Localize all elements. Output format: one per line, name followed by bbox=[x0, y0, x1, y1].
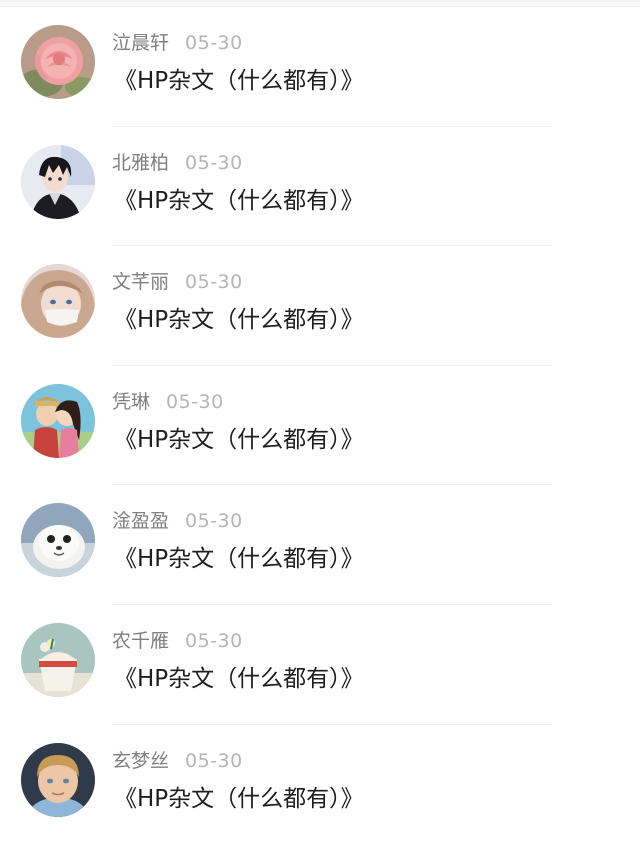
comment-date: 05-30 bbox=[185, 32, 243, 54]
comment-meta: 文芊丽 05-30 bbox=[112, 269, 243, 295]
list-item[interactable]: 北雅柏 05-30 《HP杂文（什么都有）》 bbox=[0, 127, 640, 247]
comment-date: 05-30 bbox=[166, 390, 224, 413]
avatar[interactable] bbox=[21, 383, 95, 458]
list-item[interactable]: 凭琳 05-30 《HP杂文（什么都有）》 bbox=[0, 366, 640, 486]
comment-date: 05-30 bbox=[185, 629, 243, 652]
top-divider bbox=[0, 0, 640, 7]
comment-list: 泣晨轩 05-30 《HP杂文（什么都有）》 北雅柏 05-30 《HP杂文（什么都… bbox=[0, 7, 640, 844]
avatar[interactable] bbox=[21, 144, 95, 219]
comment-text[interactable]: 《HP杂文（什么都有）》 bbox=[114, 65, 364, 97]
list-item[interactable]: 玄梦丝 05-30 《HP杂文（什么都有）》 bbox=[0, 725, 640, 844]
list-item[interactable]: 文芊丽 05-30 《HP杂文（什么都有）》 bbox=[0, 246, 640, 366]
comment-meta: 淦盈盈 05-30 bbox=[112, 508, 243, 534]
anime-couple-kiss-icon bbox=[21, 383, 95, 458]
user-name[interactable]: 北雅柏 bbox=[112, 152, 169, 174]
comment-date: 05-30 bbox=[185, 271, 243, 294]
seal-pup-icon bbox=[21, 503, 95, 578]
dessert-cup-icon bbox=[21, 622, 95, 697]
blond-child-icon bbox=[21, 742, 95, 817]
comment-text[interactable]: 《HP杂文（什么都有）》 bbox=[114, 304, 364, 336]
comment-text[interactable]: 《HP杂文（什么都有）》 bbox=[114, 185, 364, 217]
list-item[interactable]: 泣晨轩 05-30 《HP杂文（什么都有）》 bbox=[0, 7, 640, 127]
comment-text[interactable]: 《HP杂文（什么都有）》 bbox=[114, 543, 364, 575]
user-name[interactable]: 泣晨轩 bbox=[112, 32, 169, 54]
comment-date: 05-30 bbox=[185, 510, 243, 533]
list-item[interactable]: 农千雁 05-30 《HP杂文（什么都有）》 bbox=[0, 605, 640, 725]
user-name[interactable]: 文芊丽 bbox=[112, 271, 169, 293]
user-name[interactable]: 淦盈盈 bbox=[112, 510, 169, 532]
comment-text[interactable]: 《HP杂文（什么都有）》 bbox=[114, 783, 364, 815]
comment-date: 05-30 bbox=[185, 151, 243, 174]
comment-meta: 泣晨轩 05-30 bbox=[112, 30, 243, 56]
avatar[interactable] bbox=[21, 264, 95, 339]
avatar[interactable] bbox=[21, 25, 95, 99]
comment-meta: 农千雁 05-30 bbox=[112, 628, 243, 654]
comment-meta: 凭琳 05-30 bbox=[112, 389, 224, 415]
pink-rose-icon bbox=[21, 25, 95, 99]
comment-text[interactable]: 《HP杂文（什么都有）》 bbox=[114, 424, 364, 456]
comment-meta: 玄梦丝 05-30 bbox=[112, 748, 243, 774]
user-name[interactable]: 凭琳 bbox=[112, 391, 150, 413]
avatar[interactable] bbox=[21, 742, 95, 817]
comment-text[interactable]: 《HP杂文（什么都有）》 bbox=[114, 663, 364, 695]
list-item[interactable]: 淦盈盈 05-30 《HP杂文（什么都有）》 bbox=[0, 485, 640, 605]
avatar[interactable] bbox=[21, 622, 95, 697]
comment-date: 05-30 bbox=[185, 749, 243, 772]
anime-boy-dark-hair-icon bbox=[21, 144, 95, 219]
avatar[interactable] bbox=[21, 503, 95, 578]
user-name[interactable]: 农千雁 bbox=[112, 630, 169, 652]
comment-meta: 北雅柏 05-30 bbox=[112, 150, 243, 176]
anime-girl-masked-icon bbox=[21, 264, 95, 339]
user-name[interactable]: 玄梦丝 bbox=[112, 750, 169, 772]
